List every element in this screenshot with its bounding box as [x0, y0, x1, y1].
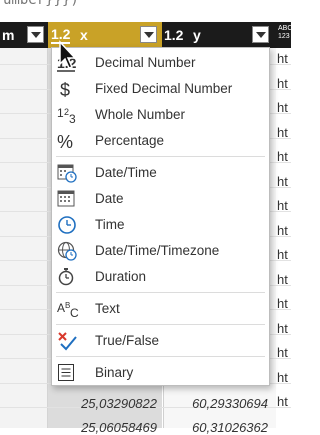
cell-url-value[interactable]: ht — [277, 198, 288, 213]
menu-item-whole-number[interactable]: 123 Whole Number — [52, 102, 269, 128]
cell-url-value[interactable]: ht — [277, 223, 288, 238]
duration-icon — [57, 267, 77, 287]
column-y-dropdown-button[interactable] — [252, 26, 269, 43]
cell-url-value[interactable]: ht — [277, 321, 288, 336]
menu-item-label: Time — [95, 217, 125, 232]
true-false-icon — [57, 331, 77, 351]
text-icon: ABC — [57, 299, 79, 320]
menu-item-binary[interactable]: Binary — [52, 360, 269, 386]
menu-item-label: Date/Time — [95, 165, 157, 180]
left-column — [0, 48, 48, 428]
menu-separator — [56, 292, 265, 293]
column-url-type-button[interactable]: ABC 123 — [278, 25, 292, 41]
cell-url-value[interactable]: ht — [277, 76, 288, 91]
fixed-decimal-icon: $ — [57, 79, 77, 100]
menu-item-percentage[interactable]: % Percentage — [52, 128, 269, 154]
menu-item-label: Date/Time/Timezone — [95, 243, 220, 258]
menu-item-label: Whole Number — [95, 107, 186, 122]
date-icon — [57, 189, 77, 209]
percentage-icon: % — [57, 131, 77, 152]
column-header-left[interactable]: m — [0, 22, 47, 48]
menu-item-label: Fixed Decimal Number — [95, 81, 233, 96]
menu-item-time[interactable]: Time — [52, 212, 269, 238]
cell-url-value[interactable]: ht — [277, 51, 288, 66]
menu-item-label: Duration — [95, 269, 147, 284]
cell-x-value[interactable]: 25,03290822 — [60, 396, 157, 411]
column-left-dropdown-button[interactable] — [27, 26, 44, 43]
menu-separator — [56, 156, 265, 157]
menu-item-duration[interactable]: Duration — [52, 264, 269, 290]
column-y-label: y — [193, 27, 201, 43]
menu-item-label: Date — [95, 191, 124, 206]
formula-text: umber}}}) — [3, 0, 79, 8]
datetime-timezone-icon — [57, 241, 77, 261]
menu-item-label: Text — [95, 301, 120, 316]
menu-item-date-time[interactable]: Date/Time — [52, 160, 269, 186]
menu-item-decimal-number[interactable]: 1.2 Decimal Number — [52, 50, 269, 76]
svg-text:$: $ — [60, 80, 70, 99]
column-header-left-label: m — [2, 27, 15, 43]
cell-url-value[interactable]: ht — [277, 296, 288, 311]
cell-url-value[interactable]: ht — [277, 125, 288, 140]
change-type-menu: 1.2 Decimal Number $ Fixed Decimal Numbe… — [51, 47, 270, 386]
menu-item-label: Decimal Number — [95, 55, 196, 70]
column-y-type-button[interactable]: 1.2 — [164, 27, 183, 43]
menu-item-label: Binary — [95, 365, 134, 380]
binary-icon — [57, 363, 77, 383]
svg-text:1: 1 — [57, 106, 64, 120]
column-url-type-bottom: 123 — [278, 33, 290, 40]
menu-separator — [56, 324, 265, 325]
formula-bar-fragment: umber}}}) — [0, 0, 291, 20]
whole-number-icon: 123 — [57, 105, 77, 126]
svg-text:3: 3 — [69, 112, 76, 126]
cell-url-value[interactable]: ht — [277, 272, 288, 287]
cell-url-value[interactable]: ht — [277, 247, 288, 262]
menu-item-true-false[interactable]: True/False — [52, 328, 269, 354]
menu-separator — [56, 356, 265, 357]
mouse-cursor-icon — [59, 40, 77, 69]
column-x-dropdown-button[interactable] — [140, 26, 157, 43]
svg-text:A: A — [57, 301, 65, 315]
menu-item-label: Percentage — [95, 133, 165, 148]
menu-item-date-time-timezone[interactable]: Date/Time/Timezone — [52, 238, 269, 264]
cell-url-value[interactable]: ht — [277, 345, 288, 360]
menu-item-fixed-decimal-number[interactable]: $ Fixed Decimal Number — [52, 76, 269, 102]
cell-url-value[interactable]: ht — [277, 174, 288, 189]
menu-item-text[interactable]: ABC Text — [52, 296, 269, 322]
time-icon — [57, 215, 77, 235]
column-url-type-top: ABC — [278, 25, 293, 32]
svg-text:C: C — [70, 306, 79, 320]
menu-item-date[interactable]: Date — [52, 186, 269, 212]
cell-url-value[interactable]: ht — [277, 394, 288, 409]
cell-y-value[interactable]: 60,29330694 — [166, 396, 268, 411]
column-header-y[interactable]: 1.2 y — [163, 22, 275, 48]
cell-url-value[interactable]: ht — [277, 149, 288, 164]
column-header-row: m 1.2 x 1.2 y ABC 123 — [0, 22, 292, 48]
svg-text:%: % — [57, 132, 73, 151]
menu-item-label: True/False — [95, 333, 160, 348]
datetime-icon — [57, 163, 77, 183]
cell-url-value[interactable]: ht — [277, 100, 288, 115]
cell-url-value[interactable]: ht — [277, 370, 288, 385]
